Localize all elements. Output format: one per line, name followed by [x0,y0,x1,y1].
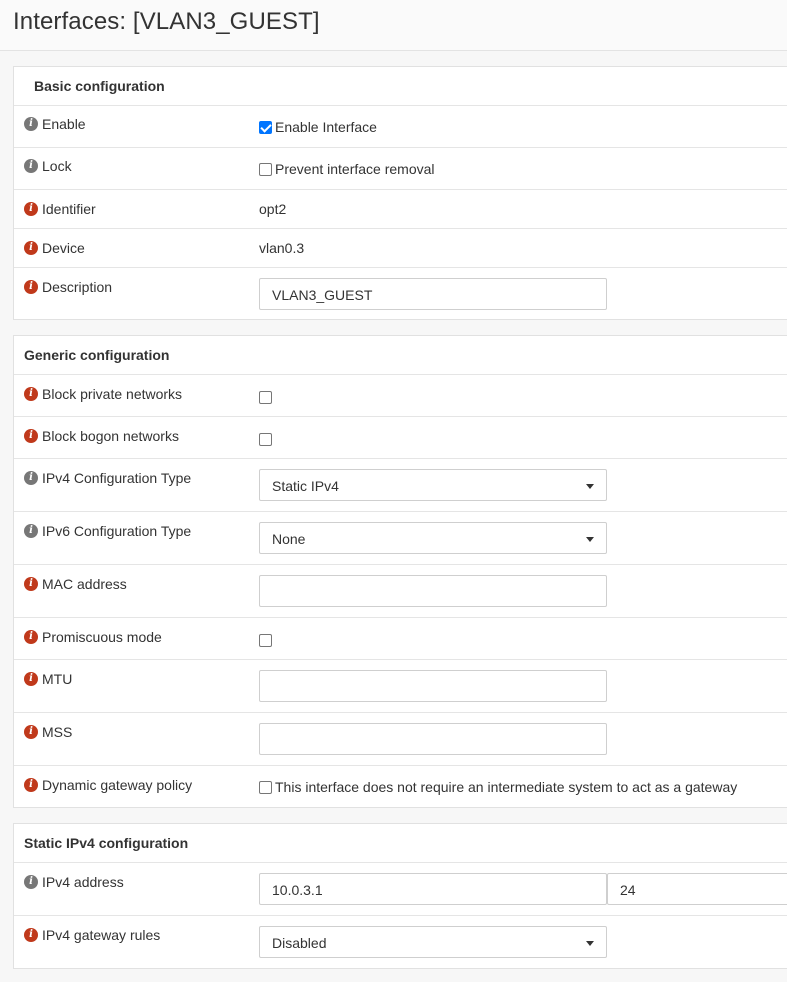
block-private-row: i Block private networks [14,375,787,417]
ipv6-type-select[interactable]: None [259,522,607,554]
lock-row: i Lock Prevent interface removal [14,148,787,190]
device-row: i Device vlan0.3 [14,229,787,268]
info-icon[interactable]: i [24,159,38,173]
promisc-row: i Promiscuous mode [14,618,787,660]
mtu-row: i MTU [14,660,787,713]
device-label: Device [42,240,85,256]
info-icon[interactable]: i [24,429,38,443]
ipv4-type-select[interactable]: Static IPv4 [259,469,607,501]
ipv4-prefix-select[interactable]: 24 [607,873,787,905]
description-row: i Description VLAN3_GUEST [14,268,787,320]
ipv6-type-value: None [272,531,306,547]
generic-configuration-title: Generic configuration [14,336,787,375]
ipv4-gateway-rules-select[interactable]: Disabled [259,926,607,958]
info-icon[interactable]: i [24,875,38,889]
page-header: Interfaces: [VLAN3_GUEST] [0,0,787,51]
info-icon[interactable]: i [24,630,38,644]
page-title: Interfaces: [VLAN3_GUEST] [13,8,320,35]
dynamic-gateway-label: Dynamic gateway policy [42,777,193,793]
info-icon[interactable]: i [24,471,38,485]
ipv4-gateway-rules-value: Disabled [272,935,327,951]
device-value: vlan0.3 [259,240,305,256]
dynamic-gateway-checkbox[interactable] [259,780,272,794]
enable-label: Enable [42,116,86,132]
mtu-input[interactable] [259,670,607,702]
prevent-removal-text[interactable]: Prevent interface removal [275,161,435,177]
ipv4-type-value: Static IPv4 [272,478,339,494]
basic-configuration-panel: Basic configuration i Enable Enable Inte… [13,66,787,320]
prevent-removal-checkbox[interactable] [259,162,272,176]
info-icon[interactable]: i [24,577,38,591]
mss-input[interactable] [259,723,607,755]
caret-down-icon [586,941,594,946]
dynamic-gateway-row: i Dynamic gateway policy This interface … [14,766,787,807]
info-icon[interactable]: i [24,241,38,255]
mac-address-input[interactable] [259,575,607,607]
promiscuous-checkbox[interactable] [259,633,272,647]
enable-interface-text[interactable]: Enable Interface [275,119,377,135]
basic-configuration-title: Basic configuration [14,67,787,106]
mtu-label: MTU [42,671,73,687]
promisc-label: Promiscuous mode [42,629,162,645]
identifier-row: i Identifier opt2 [14,190,787,229]
ipv4-type-label: IPv4 Configuration Type [42,470,192,486]
ipv4-address-input[interactable]: 10.0.3.1 [259,873,607,905]
block-private-label: Block private networks [42,386,183,402]
mac-row: i MAC address [14,565,787,618]
ipv4-address-label: IPv4 address [42,874,124,890]
info-icon[interactable]: i [24,202,38,216]
lock-label: Lock [42,158,72,174]
caret-down-icon [586,484,594,489]
ipv4-address-row: i IPv4 address 10.0.3.1 24 [14,863,787,916]
identifier-value: opt2 [259,201,287,217]
info-icon[interactable]: i [24,672,38,686]
block-bogon-checkbox[interactable] [259,432,272,446]
mss-label: MSS [42,724,73,740]
info-icon[interactable]: i [24,524,38,538]
enable-row: i Enable Enable Interface [14,106,787,148]
ipv6-type-label: IPv6 Configuration Type [42,523,192,539]
ipv4-gateway-rules-row: i IPv4 gateway rules Disabled [14,916,787,969]
caret-down-icon [586,537,594,542]
static-ipv4-panel: Static IPv4 configuration i IPv4 address… [13,823,787,969]
info-icon[interactable]: i [24,387,38,401]
info-icon[interactable]: i [24,928,38,942]
block-private-checkbox[interactable] [259,390,272,404]
mac-label: MAC address [42,576,127,592]
generic-configuration-panel: Generic configuration i Block private ne… [13,335,787,808]
info-icon[interactable]: i [24,778,38,792]
dynamic-gateway-text[interactable]: This interface does not require an inter… [275,779,737,795]
description-label: Description [42,279,113,295]
ipv4-gateway-rules-label: IPv4 gateway rules [42,927,161,943]
ipv4-type-row: i IPv4 Configuration Type Static IPv4 [14,459,787,512]
info-icon[interactable]: i [24,725,38,739]
description-input[interactable]: VLAN3_GUEST [259,278,607,310]
info-icon[interactable]: i [24,117,38,131]
mss-row: i MSS [14,713,787,766]
ipv6-type-row: i IPv6 Configuration Type None [14,512,787,565]
block-bogon-row: i Block bogon networks [14,417,787,459]
enable-interface-checkbox[interactable] [259,120,272,134]
identifier-label: Identifier [42,201,96,217]
static-ipv4-title: Static IPv4 configuration [14,824,787,863]
block-bogon-label: Block bogon networks [42,428,179,444]
info-icon[interactable]: i [24,280,38,294]
